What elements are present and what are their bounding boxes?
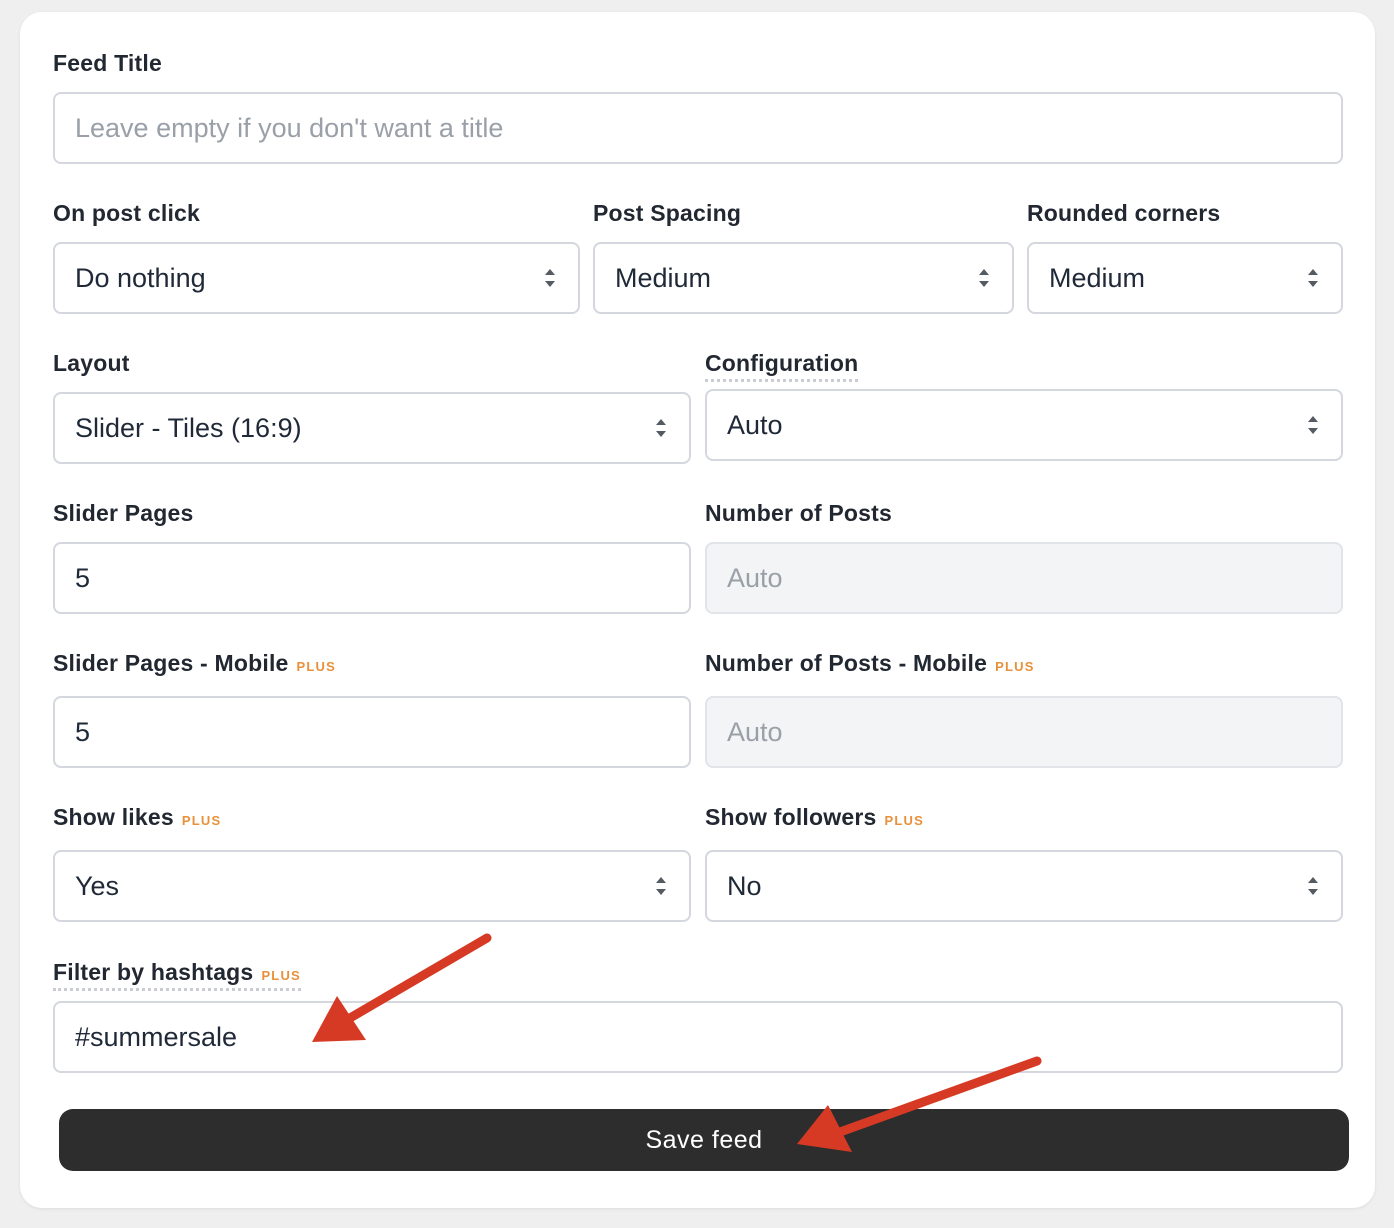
layout-label: Layout xyxy=(53,350,130,376)
slider-pages-label-wrap: Slider Pages xyxy=(53,500,193,527)
layout-select[interactable]: Slider - Tiles (16:9) xyxy=(53,392,691,464)
select-arrows-icon xyxy=(656,419,666,437)
rounded-corners-select[interactable]: Medium xyxy=(1027,242,1343,314)
feed-title-label-wrap: Feed Title xyxy=(53,50,162,77)
slider-pages-input[interactable]: 5 xyxy=(53,542,691,614)
configuration-label-wrap: Configuration xyxy=(705,350,859,382)
show-followers-label: Show followers xyxy=(705,804,877,830)
show-likes-select[interactable]: Yes xyxy=(53,850,691,922)
show-likes-label-wrap: Show likes PLUS xyxy=(53,804,221,831)
number-of-posts-mobile-label: Number of Posts - Mobile xyxy=(705,650,988,676)
number-of-posts-value: Auto xyxy=(727,562,783,593)
configuration-value: Auto xyxy=(727,409,783,440)
select-arrows-icon xyxy=(545,269,555,287)
number-of-posts-input: Auto xyxy=(705,542,1343,614)
number-of-posts-mobile-label-wrap: Number of Posts - Mobile PLUS xyxy=(705,650,1035,677)
select-arrows-icon xyxy=(979,269,989,287)
show-likes-value: Yes xyxy=(75,870,120,901)
select-arrows-icon xyxy=(1308,877,1318,895)
post-spacing-select[interactable]: Medium xyxy=(593,242,1014,314)
layout-value: Slider - Tiles (16:9) xyxy=(75,412,302,443)
on-post-click-label: On post click xyxy=(53,200,201,226)
slider-pages-mobile-label: Slider Pages - Mobile xyxy=(53,650,289,676)
number-of-posts-mobile-input: Auto xyxy=(705,696,1343,768)
slider-pages-value: 5 xyxy=(75,562,91,593)
on-post-click-value: Do nothing xyxy=(75,262,206,293)
number-of-posts-label: Number of Posts xyxy=(705,500,893,526)
select-arrows-icon xyxy=(1308,416,1318,434)
post-spacing-label: Post Spacing xyxy=(593,200,742,226)
post-spacing-value: Medium xyxy=(615,262,712,293)
on-post-click-select[interactable]: Do nothing xyxy=(53,242,580,314)
number-of-posts-label-wrap: Number of Posts xyxy=(705,500,892,527)
feed-title-label: Feed Title xyxy=(53,50,162,76)
configuration-label[interactable]: Configuration xyxy=(705,350,859,382)
plus-badge: PLUS xyxy=(995,659,1035,674)
select-arrows-icon xyxy=(656,877,666,895)
number-of-posts-mobile-value: Auto xyxy=(727,716,783,747)
plus-badge: PLUS xyxy=(884,813,924,828)
filter-hashtags-label[interactable]: Filter by hashtags PLUS xyxy=(53,959,301,991)
slider-pages-mobile-label-wrap: Slider Pages - Mobile PLUS xyxy=(53,650,336,677)
save-feed-button[interactable]: Save feed xyxy=(59,1109,1349,1171)
show-followers-value: No xyxy=(727,870,762,901)
plus-badge: PLUS xyxy=(181,813,222,828)
filter-hashtags-input[interactable]: #summersale xyxy=(53,1001,1343,1073)
slider-pages-mobile-input[interactable]: 5 xyxy=(53,696,691,768)
layout-label-wrap: Layout xyxy=(53,350,130,377)
show-likes-label: Show likes xyxy=(53,804,174,830)
plus-badge: PLUS xyxy=(296,659,337,674)
post-spacing-label-wrap: Post Spacing xyxy=(593,200,741,227)
configuration-select[interactable]: Auto xyxy=(705,389,1343,461)
feed-title-placeholder: Leave empty if you don't want a title xyxy=(75,112,504,143)
filter-hashtags-label-text: Filter by hashtags xyxy=(53,959,254,985)
rounded-corners-label: Rounded corners xyxy=(1027,200,1221,226)
show-followers-label-wrap: Show followers PLUS xyxy=(705,804,924,831)
rounded-corners-label-wrap: Rounded corners xyxy=(1027,200,1220,227)
slider-pages-label: Slider Pages xyxy=(53,500,194,526)
on-post-click-label-wrap: On post click xyxy=(53,200,200,227)
show-followers-select[interactable]: No xyxy=(705,850,1343,922)
feed-title-input[interactable]: Leave empty if you don't want a title xyxy=(53,92,1343,164)
slider-pages-mobile-value: 5 xyxy=(75,716,91,747)
select-arrows-icon xyxy=(1308,269,1318,287)
filter-hashtags-label-wrap: Filter by hashtags PLUS xyxy=(53,959,301,991)
plus-badge: PLUS xyxy=(261,968,301,983)
filter-hashtags-value: #summersale xyxy=(75,1021,238,1052)
rounded-corners-value: Medium xyxy=(1049,262,1146,293)
